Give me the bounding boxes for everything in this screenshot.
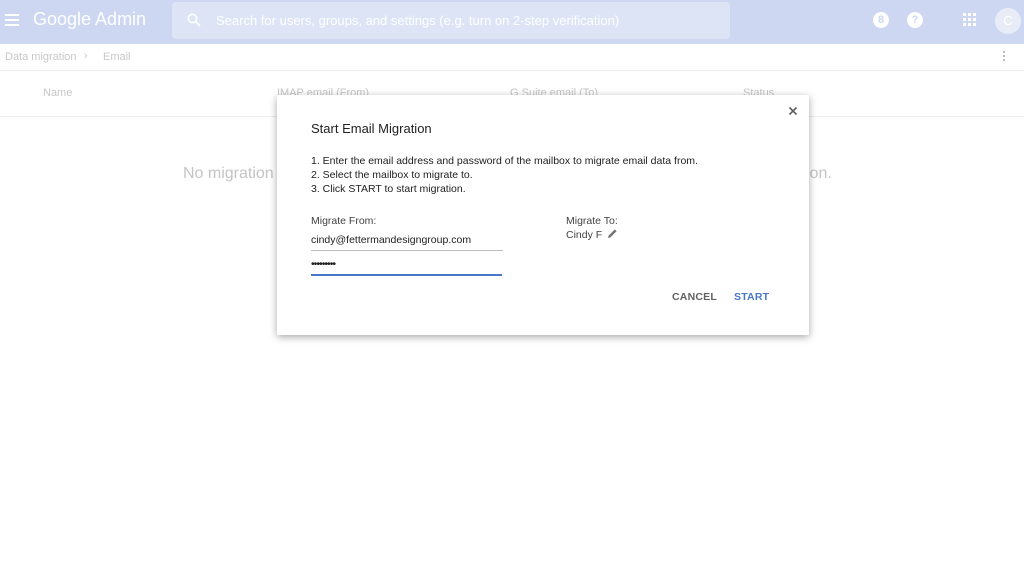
breadcrumb-item-data-migration[interactable]: Data migration	[5, 51, 77, 63]
migrate-to-label: Migrate To:	[566, 215, 618, 227]
notification-icon[interactable]: 8	[873, 12, 889, 28]
email-field[interactable]	[311, 230, 503, 251]
column-header-name[interactable]: Name	[43, 87, 72, 99]
app-logo[interactable]: Google Admin	[33, 9, 146, 30]
dialog-title: Start Email Migration	[311, 121, 432, 136]
instruction-step-3: 3. Click START to start migration.	[311, 183, 466, 195]
breadcrumb: Data migration › Email	[0, 44, 1024, 71]
apps-icon[interactable]	[963, 13, 977, 27]
password-field[interactable]	[311, 254, 502, 276]
empty-state-text: No migration	[183, 165, 274, 182]
migrate-to-user: Cindy F	[566, 229, 603, 241]
close-icon[interactable]	[786, 104, 800, 118]
search-icon[interactable]	[187, 13, 201, 27]
cancel-button[interactable]: CANCEL	[672, 291, 717, 303]
app-bar: Google Admin 8 ? C	[0, 0, 1024, 44]
instruction-step-2: 2. Select the mailbox to migrate to.	[311, 169, 473, 181]
menu-icon[interactable]	[5, 14, 19, 26]
avatar[interactable]: C	[995, 8, 1021, 34]
instructions: 1. Enter the email address and password …	[311, 154, 698, 196]
search-bar[interactable]	[172, 2, 730, 39]
empty-state-text-end: ion.	[806, 165, 832, 182]
breadcrumb-item-email: Email	[103, 51, 131, 63]
more-vert-icon[interactable]	[1003, 51, 1006, 64]
instruction-step-1: 1. Enter the email address and password …	[311, 155, 698, 167]
pencil-icon[interactable]	[607, 228, 618, 239]
start-email-migration-dialog: Start Email Migration 1. Enter the email…	[277, 95, 809, 335]
search-input[interactable]	[216, 2, 716, 39]
migrate-from-label: Migrate From:	[311, 215, 377, 227]
start-button[interactable]: START	[734, 291, 769, 303]
help-icon[interactable]: ?	[907, 12, 923, 28]
chevron-right-icon: ›	[84, 50, 88, 62]
